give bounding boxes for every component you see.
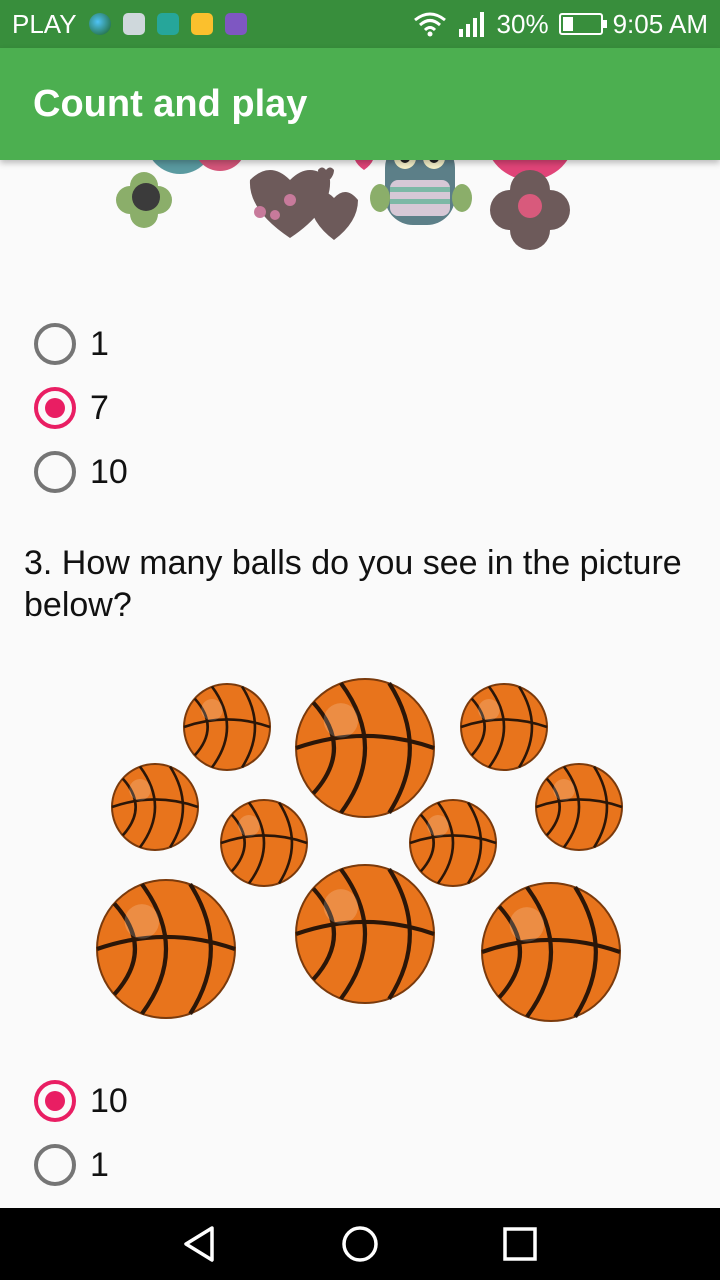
android-icon bbox=[156, 13, 179, 35]
flower-right-icon bbox=[490, 170, 570, 250]
battery-level bbox=[562, 17, 574, 31]
basketball-icon bbox=[111, 763, 199, 851]
owl-icon bbox=[370, 160, 472, 225]
clock: 9:05 AM bbox=[612, 8, 708, 39]
option-label: 10 bbox=[90, 1081, 128, 1120]
status-bar: PLAY 30% 9:05 AM bbox=[0, 0, 720, 48]
home-icon[interactable] bbox=[340, 1224, 380, 1264]
basketball-icon bbox=[409, 799, 497, 887]
radio-button[interactable] bbox=[34, 323, 76, 365]
basketball-icon bbox=[460, 683, 548, 771]
quiz-content[interactable]: 1 7 10 3. How many balls do you see in t… bbox=[0, 160, 720, 1208]
signal-icon bbox=[458, 12, 484, 37]
app-bar: Count and play bbox=[0, 48, 720, 160]
gallery-icon bbox=[224, 13, 247, 35]
basketball-icon bbox=[535, 763, 623, 851]
lock-icon bbox=[190, 13, 213, 35]
q2-option-10[interactable]: 10 bbox=[34, 451, 128, 493]
decorative-illustration bbox=[116, 160, 570, 250]
recents-icon[interactable] bbox=[500, 1224, 540, 1264]
globe-icon bbox=[88, 13, 111, 35]
small-heart-icon bbox=[310, 191, 358, 240]
carrier-label: PLAY bbox=[12, 8, 77, 39]
radio-button[interactable] bbox=[34, 451, 76, 493]
q3-option-10[interactable]: 10 bbox=[34, 1080, 128, 1122]
option-label: 1 bbox=[90, 324, 109, 363]
battery-icon bbox=[558, 13, 607, 35]
basketball-icon bbox=[220, 799, 308, 887]
radio-button[interactable] bbox=[34, 1144, 76, 1186]
option-label: 7 bbox=[90, 388, 109, 427]
option-label: 1 bbox=[90, 1145, 109, 1184]
question-3-text: 3. How many balls do you see in the pict… bbox=[24, 544, 682, 624]
option-label: 10 bbox=[90, 452, 128, 491]
basketball-icon bbox=[295, 678, 435, 818]
basketball-icon bbox=[183, 683, 271, 771]
flower-icon bbox=[116, 172, 172, 228]
basketball-icon bbox=[481, 882, 621, 1022]
basketballs-picture bbox=[96, 678, 623, 1022]
battery-percent: 30% bbox=[496, 8, 549, 39]
mail-icon bbox=[122, 13, 145, 35]
radio-button[interactable] bbox=[34, 1080, 76, 1122]
navigation-bar bbox=[0, 1208, 720, 1280]
q2-option-1[interactable]: 1 bbox=[34, 323, 109, 365]
basketball-icon bbox=[96, 879, 236, 1019]
wifi-icon bbox=[413, 12, 446, 37]
basketball-icon bbox=[295, 864, 435, 1004]
back-icon[interactable] bbox=[180, 1224, 220, 1264]
app-title: Count and play bbox=[33, 82, 308, 125]
q2-option-7[interactable]: 7 bbox=[34, 387, 109, 429]
radio-button[interactable] bbox=[34, 387, 76, 429]
q3-option-1[interactable]: 1 bbox=[34, 1144, 109, 1186]
